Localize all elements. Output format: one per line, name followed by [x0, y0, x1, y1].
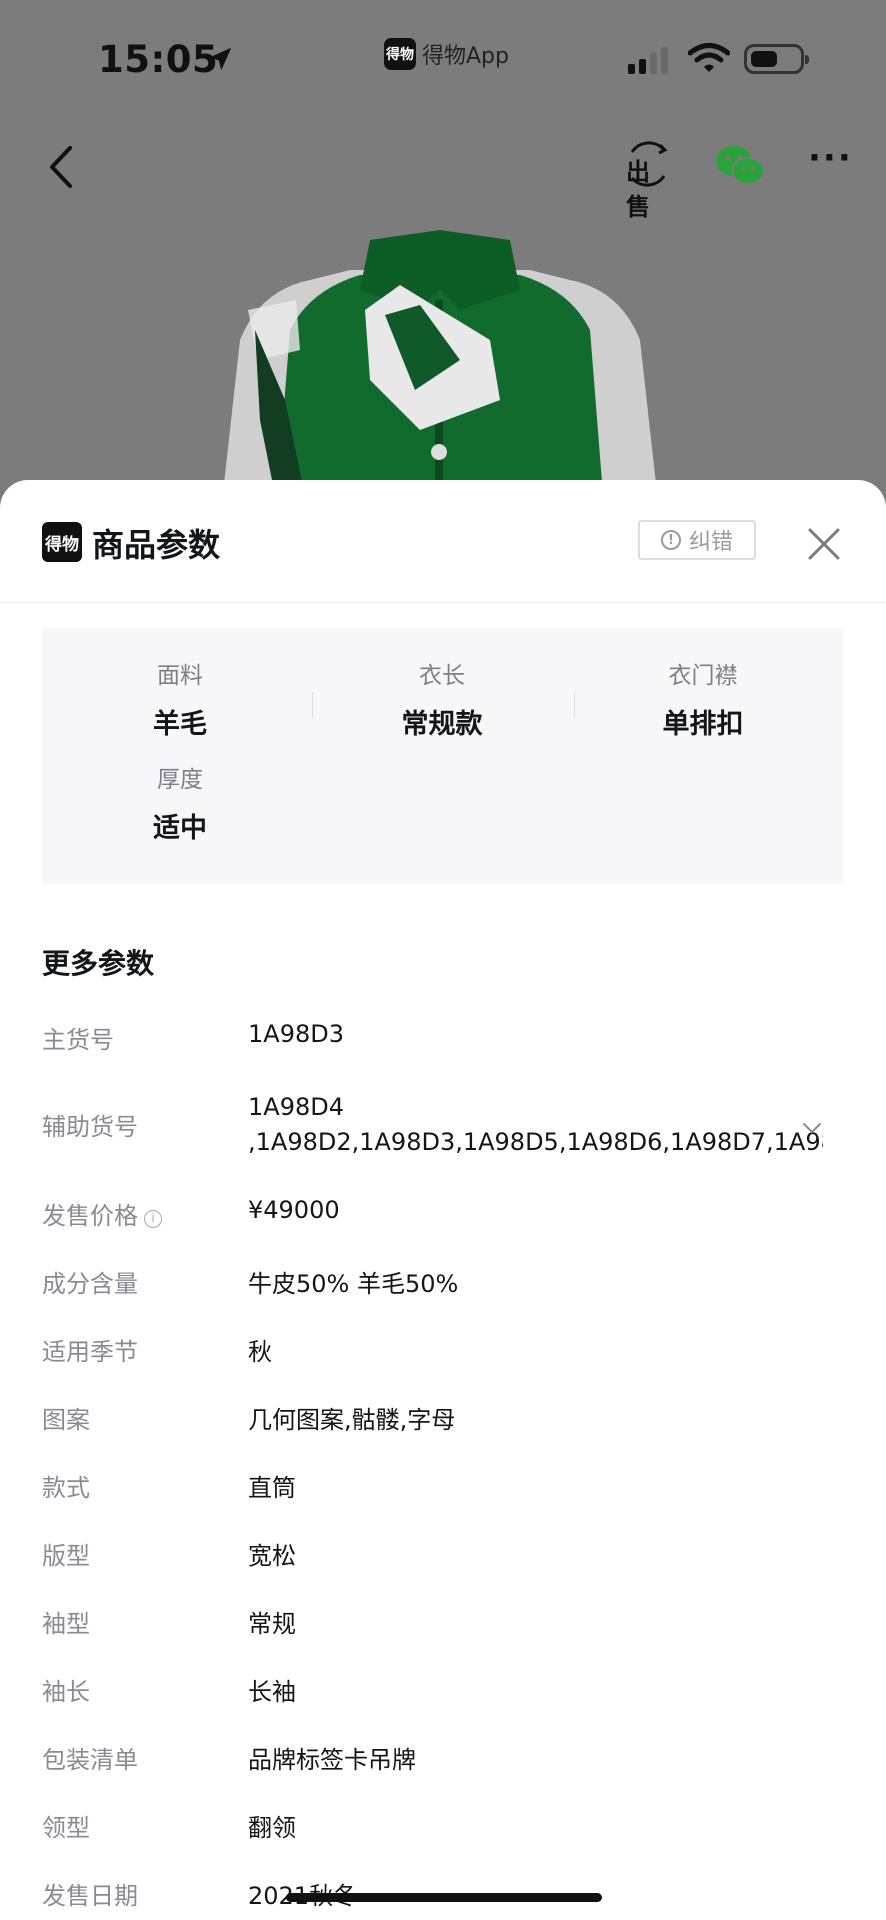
wifi-icon [688, 43, 730, 72]
product-params-sheet: 得物 商品参数 ! 纠错 面料 羊毛 衣长 常规款 衣门襟 单排扣 厚度 适中 … [0, 480, 886, 1920]
param-label: 包装清单 [42, 1746, 138, 1774]
param-label: 图案 [42, 1406, 90, 1434]
info-icon[interactable]: i [144, 1210, 162, 1228]
chevron-down-icon[interactable] [800, 1116, 824, 1140]
param-value-line: 1A98D4 [248, 1093, 344, 1121]
param-label-text: 发售价格 [42, 1202, 138, 1230]
param-value: 1A98D3 [248, 1020, 344, 1048]
report-error-label: 纠错 [688, 530, 733, 555]
key-param-label: 衣长 [419, 663, 465, 689]
param-value: 品牌标签卡吊牌 [248, 1746, 416, 1774]
key-param-value: 常规款 [401, 709, 483, 740]
home-indicator[interactable] [286, 1893, 602, 1902]
report-error-button[interactable]: ! 纠错 [638, 520, 756, 560]
param-label: 成分含量 [42, 1270, 138, 1298]
more-params-title: 更多参数 [42, 947, 155, 980]
dewu-logo-icon: 得物 [42, 522, 82, 562]
key-param-value: 羊毛 [153, 709, 207, 740]
param-label: 袖长 [42, 1678, 90, 1706]
key-param-value: 适中 [153, 813, 207, 844]
location-arrow-icon [208, 47, 232, 71]
param-value: 几何图案,骷髅,字母 [248, 1406, 456, 1434]
key-param-value: 单排扣 [662, 709, 744, 740]
cellular-signal-icon [628, 47, 668, 74]
key-params-panel: 面料 羊毛 衣长 常规款 衣门襟 单排扣 厚度 适中 [42, 628, 844, 884]
param-value: 1A98D4 ,1A98D2,1A98D3,1A98D5,1A98D6,1A98… [248, 1090, 823, 1160]
app-switch-badge[interactable]: 得物 得物App [384, 38, 509, 70]
status-time: 15:05 [98, 38, 219, 81]
key-param-label: 厚度 [157, 767, 203, 793]
key-param-label: 衣门襟 [668, 663, 738, 689]
key-param-label: 面料 [157, 663, 203, 689]
key-param-item: 面料 羊毛 [80, 656, 280, 741]
key-param-item: 衣长 常规款 [342, 656, 542, 741]
param-value: 宽松 [248, 1542, 296, 1570]
param-label: 主货号 [42, 1026, 114, 1054]
sell-button[interactable]: 出售 [624, 140, 672, 221]
app-name: 得物App [422, 44, 509, 69]
product-image [220, 230, 660, 520]
param-value: 牛皮50% 羊毛50% [248, 1270, 459, 1298]
back-button[interactable] [40, 140, 84, 194]
param-label: 袖型 [42, 1610, 90, 1638]
param-label: 版型 [42, 1542, 90, 1570]
key-param-item: 厚度 适中 [80, 760, 280, 845]
more-options-icon[interactable]: ··· [808, 141, 856, 188]
param-label: 发售日期 [42, 1882, 138, 1910]
sell-label: 出售 [626, 158, 650, 221]
param-value: ¥49000 [248, 1196, 340, 1224]
param-label: 辅助货号 [42, 1113, 138, 1141]
sheet-title: 商品参数 [92, 526, 221, 564]
key-param-item: 衣门襟 单排扣 [603, 656, 803, 741]
divider [312, 692, 313, 718]
wechat-share-icon[interactable] [714, 144, 766, 188]
param-label: 领型 [42, 1814, 90, 1842]
param-value: 常规 [248, 1610, 296, 1638]
param-value: 秋 [248, 1338, 272, 1366]
param-value: 直筒 [248, 1474, 296, 1502]
param-value: 翻领 [248, 1814, 296, 1842]
param-label: 适用季节 [42, 1338, 138, 1366]
close-icon[interactable] [806, 526, 842, 562]
status-bar: 15:05 得物 得物App [0, 0, 886, 110]
divider [574, 692, 575, 718]
exclamation-icon: ! [660, 530, 681, 550]
param-label: 发售价格 i [42, 1196, 162, 1231]
app-logo-icon: 得物 [384, 38, 416, 70]
param-label: 款式 [42, 1474, 90, 1502]
battery-icon [744, 44, 809, 74]
sheet-header: 得物 商品参数 ! 纠错 [0, 480, 886, 603]
param-value: 长袖 [248, 1678, 296, 1706]
param-value-line: ,1A98D2,1A98D3,1A98D5,1A98D6,1A98D7,1A98 [248, 1128, 823, 1156]
